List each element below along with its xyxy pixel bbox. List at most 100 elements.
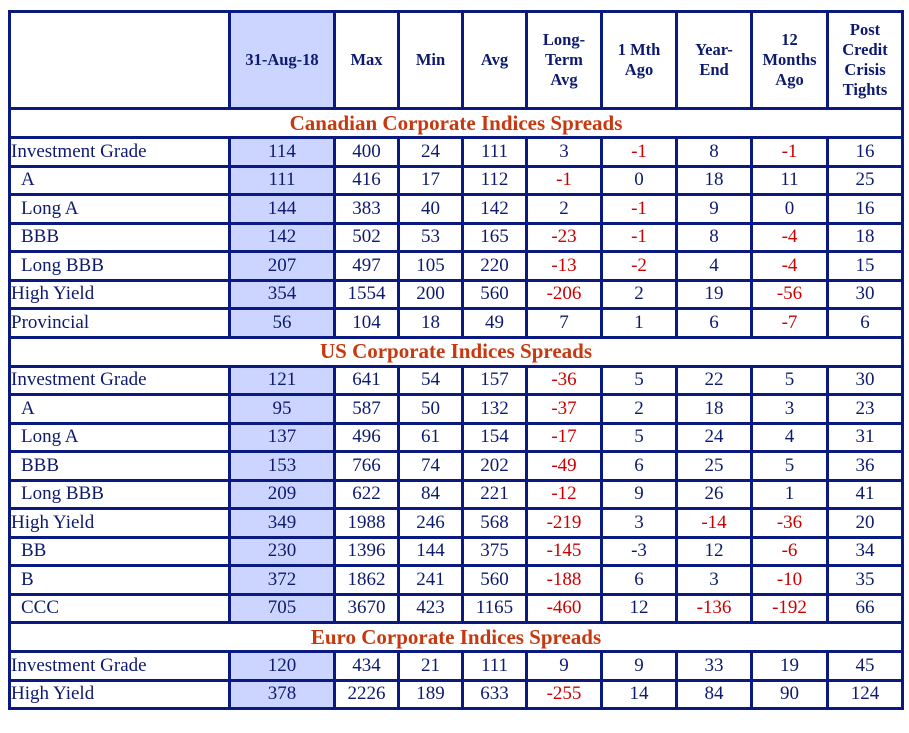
label-column-header <box>8 10 231 110</box>
twelve-months-ago-cell: 1 <box>750 478 829 510</box>
twelve-months-ago-cell: -36 <box>750 507 829 539</box>
max-cell: 2226 <box>333 678 400 710</box>
post-credit-crisis-tights-cell: 20 <box>826 507 904 539</box>
min-cell: 105 <box>397 250 464 282</box>
section-title: US Corporate Indices Spreads <box>8 335 904 368</box>
min-cell: 189 <box>397 678 464 710</box>
one-month-ago-column-header: 1 Mth Ago <box>600 10 678 110</box>
year-end-cell: 18 <box>675 393 753 425</box>
avg-cell: 375 <box>461 535 528 567</box>
twelve-months-ago-cell: 11 <box>750 164 829 196</box>
twelve-months-ago-cell: 4 <box>750 421 829 453</box>
max-cell: 434 <box>333 650 400 682</box>
min-cell: 74 <box>397 450 464 482</box>
date-cell: 137 <box>228 421 336 453</box>
year-end-cell: 6 <box>675 307 753 339</box>
max-cell: 383 <box>333 193 400 225</box>
avg-cell: 165 <box>461 221 528 253</box>
date-cell: 153 <box>228 450 336 482</box>
section-header-row: Euro Corporate Indices Spreads <box>8 621 904 653</box>
table-row: BB 230 1396 144 375 -145 -3 12 -6 34 <box>8 535 904 567</box>
one-month-ago-cell: -1 <box>600 221 678 253</box>
long-term-avg-cell: -23 <box>525 221 603 253</box>
max-cell: 1554 <box>333 278 400 310</box>
max-cell: 1396 <box>333 535 400 567</box>
avg-cell: 112 <box>461 164 528 196</box>
post-credit-crisis-tights-cell: 124 <box>826 678 904 710</box>
post-credit-crisis-tights-cell: 16 <box>826 193 904 225</box>
one-month-ago-cell: 9 <box>600 478 678 510</box>
max-cell: 400 <box>333 136 400 168</box>
min-cell: 21 <box>397 650 464 682</box>
table-row: CCC 705 3670 423 1165 -460 12 -136 -192 66 <box>8 592 904 624</box>
twelve-months-ago-cell: 90 <box>750 678 829 710</box>
max-cell: 416 <box>333 164 400 196</box>
date-cell: 207 <box>228 250 336 282</box>
long-term-avg-cell: -145 <box>525 535 603 567</box>
post-credit-crisis-tights-cell: 25 <box>826 164 904 196</box>
table-row: Long BBB 209 622 84 221 -12 9 26 1 41 <box>8 478 904 510</box>
long-term-avg-cell: -12 <box>525 478 603 510</box>
min-cell: 423 <box>397 592 464 624</box>
date-cell: 56 <box>228 307 336 339</box>
row-label: Long A <box>8 193 231 225</box>
date-cell: 209 <box>228 478 336 510</box>
year-end-cell: 19 <box>675 278 753 310</box>
one-month-ago-cell: 1 <box>600 307 678 339</box>
post-credit-crisis-tights-cell: 6 <box>826 307 904 339</box>
row-label: B <box>8 564 231 596</box>
avg-cell: 49 <box>461 307 528 339</box>
table-row: B 372 1862 241 560 -188 6 3 -10 35 <box>8 564 904 596</box>
section-header-row: US Corporate Indices Spreads <box>8 335 904 368</box>
one-month-ago-cell: 5 <box>600 364 678 396</box>
year-end-cell: 22 <box>675 364 753 396</box>
twelve-months-ago-cell: -7 <box>750 307 829 339</box>
min-cell: 84 <box>397 478 464 510</box>
twelve-months-ago-cell: -4 <box>750 221 829 253</box>
long-term-avg-cell: -37 <box>525 393 603 425</box>
avg-cell: 220 <box>461 250 528 282</box>
date-column-header: 31-Aug-18 <box>228 10 336 110</box>
max-cell: 1862 <box>333 564 400 596</box>
one-month-ago-cell: 9 <box>600 650 678 682</box>
post-credit-crisis-tights-cell: 18 <box>826 221 904 253</box>
year-end-cell: 4 <box>675 250 753 282</box>
date-cell: 378 <box>228 678 336 710</box>
min-cell: 18 <box>397 307 464 339</box>
one-month-ago-cell: 5 <box>600 421 678 453</box>
date-cell: 121 <box>228 364 336 396</box>
twelve-months-ago-cell: 19 <box>750 650 829 682</box>
table-row: High Yield 378 2226 189 633 -255 14 84 90 124 <box>8 678 904 710</box>
min-cell: 54 <box>397 364 464 396</box>
max-cell: 104 <box>333 307 400 339</box>
twelve-months-ago-cell: -4 <box>750 250 829 282</box>
avg-cell: 568 <box>461 507 528 539</box>
long-term-avg-cell: -460 <box>525 592 603 624</box>
min-cell: 246 <box>397 507 464 539</box>
table-row: Long BBB 207 497 105 220 -13 -2 4 -4 15 <box>8 250 904 282</box>
long-term-avg-cell: -188 <box>525 564 603 596</box>
post-credit-crisis-tights-cell: 30 <box>826 364 904 396</box>
avg-cell: 1165 <box>461 592 528 624</box>
year-end-cell: 3 <box>675 564 753 596</box>
table-row: Provincial 56 104 18 49 7 1 6 -7 6 <box>8 307 904 339</box>
long-term-avg-cell: -1 <box>525 164 603 196</box>
section-header-row: Canadian Corporate Indices Spreads <box>8 107 904 139</box>
twelve-months-ago-cell: 5 <box>750 450 829 482</box>
row-label: BBB <box>8 450 231 482</box>
row-label: Investment Grade <box>8 364 231 396</box>
table-row: High Yield 349 1988 246 568 -219 3 -14 -36 20 <box>8 507 904 539</box>
row-label: CCC <box>8 592 231 624</box>
post-credit-crisis-tights-cell: 66 <box>826 592 904 624</box>
avg-cell: 560 <box>461 564 528 596</box>
min-cell: 200 <box>397 278 464 310</box>
min-cell: 40 <box>397 193 464 225</box>
long-term-avg-cell: 9 <box>525 650 603 682</box>
table-header: 31-Aug-18 Max Min Avg Long- Term Avg 1 Mth Ago Ye… <box>8 10 904 110</box>
section-title: Canadian Corporate Indices Spreads <box>8 107 904 139</box>
post-credit-crisis-tights-cell: 34 <box>826 535 904 567</box>
long-term-avg-cell: -36 <box>525 364 603 396</box>
max-column-header: Max <box>333 10 400 110</box>
avg-cell: 221 <box>461 478 528 510</box>
one-month-ago-cell: -1 <box>600 193 678 225</box>
